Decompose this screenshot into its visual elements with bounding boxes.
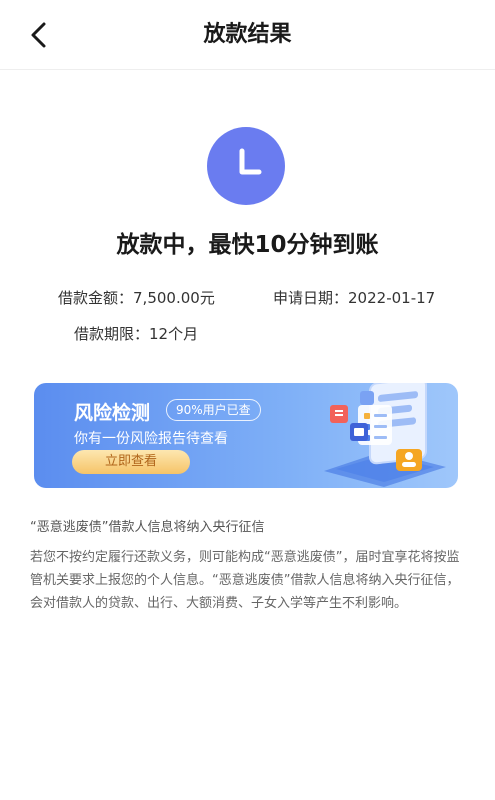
status-title: 放款中，最快10分钟到账 xyxy=(116,232,379,258)
nav-bar: 放款结果 xyxy=(0,0,495,70)
loan-amount-value: 7,500.00元 xyxy=(133,289,215,307)
view-now-button[interactable]: 立即查看 xyxy=(72,450,190,474)
banner-subtitle: 你有一份风险报告待查看 xyxy=(74,431,228,447)
notice-title: “恶意逃废债”借款人信息将纳入央行征信 xyxy=(30,520,265,535)
banner-title: 风险检测 xyxy=(74,402,151,424)
risk-check-banner[interactable]: 风险检测 90%用户已查 你有一份风险报告待查看 立即查看 xyxy=(34,383,458,488)
risk-report-illustration xyxy=(324,383,446,487)
loan-term-label: 借款期限： xyxy=(74,325,150,343)
loan-amount-label: 借款金额： xyxy=(58,289,134,307)
apply-date-row: 申请日期：2022-01-17 xyxy=(273,287,435,308)
loan-term-value: 12个月 xyxy=(149,325,199,343)
banner-badge: 90%用户已查 xyxy=(166,399,261,421)
page-title: 放款结果 xyxy=(203,22,292,47)
loan-amount-row: 借款金额：7,500.00元 xyxy=(58,287,215,308)
apply-date-value: 2022-01-17 xyxy=(348,289,436,307)
clock-icon xyxy=(207,127,285,205)
apply-date-label: 申请日期： xyxy=(273,289,349,307)
loan-term-row: 借款期限：12个月 xyxy=(74,323,198,344)
notice-body: 若您不按约定履行还款义务，则可能构成“恶意逃废债”，届时宜享花将按监管机关要求上… xyxy=(30,550,460,611)
